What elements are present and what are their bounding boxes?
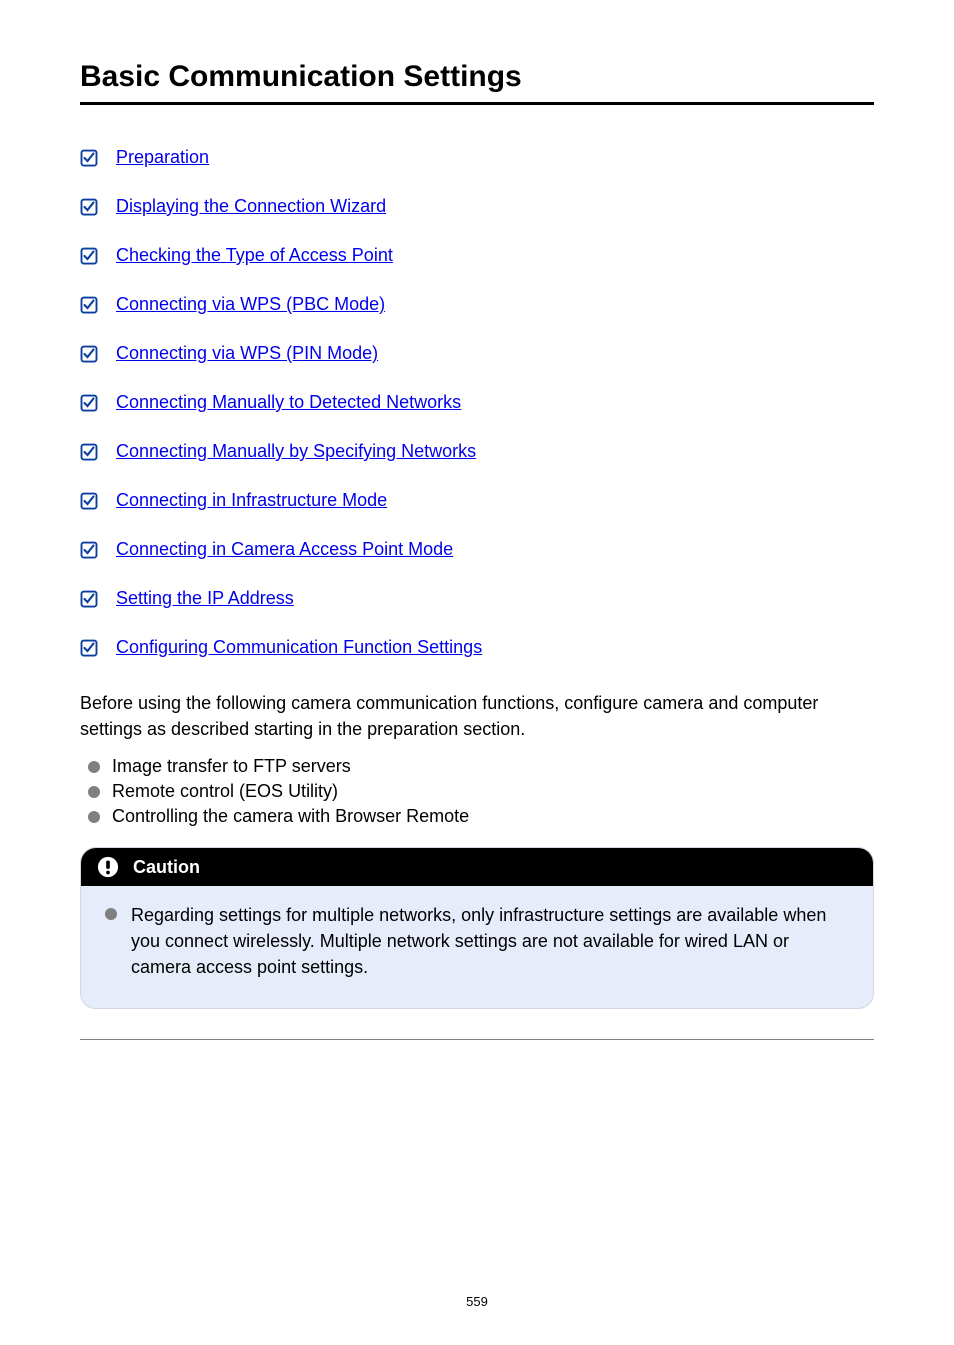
toc-item: Checking the Type of Access Point: [80, 245, 874, 266]
feature-bullet-list: Image transfer to FTP servers Remote con…: [80, 756, 874, 827]
page-number: 559: [0, 1294, 954, 1309]
link-icon: [80, 247, 98, 265]
toc-item: Connecting Manually to Detected Networks: [80, 392, 874, 413]
link-icon: [80, 639, 98, 657]
bullet-icon: [105, 908, 117, 920]
toc-item: Connecting via WPS (PIN Mode): [80, 343, 874, 364]
toc-item: Connecting Manually by Specifying Networ…: [80, 441, 874, 462]
toc-item: Connecting in Infrastructure Mode: [80, 490, 874, 511]
toc-link-ip-address[interactable]: Setting the IP Address: [116, 588, 294, 609]
caution-box: Caution Regarding settings for multiple …: [80, 847, 874, 1009]
link-icon: [80, 394, 98, 412]
bullet-icon: [88, 811, 100, 823]
list-item: Image transfer to FTP servers: [80, 756, 874, 777]
bullet-label: Remote control (EOS Utility): [112, 781, 338, 802]
link-icon: [80, 296, 98, 314]
toc-link-list: Preparation Displaying the Connection Wi…: [80, 147, 874, 658]
page-title: Basic Communication Settings: [80, 60, 874, 94]
link-icon: [80, 149, 98, 167]
toc-link-manual-detected[interactable]: Connecting Manually to Detected Networks: [116, 392, 461, 413]
bottom-rule: [80, 1039, 874, 1040]
intro-paragraph: Before using the following camera commun…: [80, 690, 874, 742]
toc-item: Configuring Communication Function Setti…: [80, 637, 874, 658]
link-icon: [80, 541, 98, 559]
caution-text: Regarding settings for multiple networks…: [131, 902, 851, 980]
toc-item: Setting the IP Address: [80, 588, 874, 609]
toc-link-wps-pbc[interactable]: Connecting via WPS (PBC Mode): [116, 294, 385, 315]
link-icon: [80, 443, 98, 461]
title-rule: [80, 102, 874, 105]
toc-item: Connecting via WPS (PBC Mode): [80, 294, 874, 315]
toc-link-manual-specifying[interactable]: Connecting Manually by Specifying Networ…: [116, 441, 476, 462]
toc-link-displaying-wizard[interactable]: Displaying the Connection Wizard: [116, 196, 386, 217]
toc-link-infra-mode[interactable]: Connecting in Infrastructure Mode: [116, 490, 387, 511]
caution-icon: [97, 856, 119, 878]
list-item: Controlling the camera with Browser Remo…: [80, 806, 874, 827]
bullet-icon: [88, 761, 100, 773]
bullet-label: Image transfer to FTP servers: [112, 756, 351, 777]
list-item: Remote control (EOS Utility): [80, 781, 874, 802]
bullet-label: Controlling the camera with Browser Remo…: [112, 806, 469, 827]
caution-title: Caution: [133, 857, 200, 878]
toc-link-checking-ap[interactable]: Checking the Type of Access Point: [116, 245, 393, 266]
toc-link-camera-ap-mode[interactable]: Connecting in Camera Access Point Mode: [116, 539, 453, 560]
bullet-icon: [88, 786, 100, 798]
toc-item: Displaying the Connection Wizard: [80, 196, 874, 217]
toc-link-wps-pin[interactable]: Connecting via WPS (PIN Mode): [116, 343, 378, 364]
link-icon: [80, 345, 98, 363]
toc-link-comm-func-settings[interactable]: Configuring Communication Function Setti…: [116, 637, 482, 658]
toc-item: Preparation: [80, 147, 874, 168]
caution-header: Caution: [81, 848, 873, 886]
link-icon: [80, 492, 98, 510]
link-icon: [80, 590, 98, 608]
toc-item: Connecting in Camera Access Point Mode: [80, 539, 874, 560]
caution-body: Regarding settings for multiple networks…: [81, 886, 873, 1008]
toc-link-preparation[interactable]: Preparation: [116, 147, 209, 168]
link-icon: [80, 198, 98, 216]
